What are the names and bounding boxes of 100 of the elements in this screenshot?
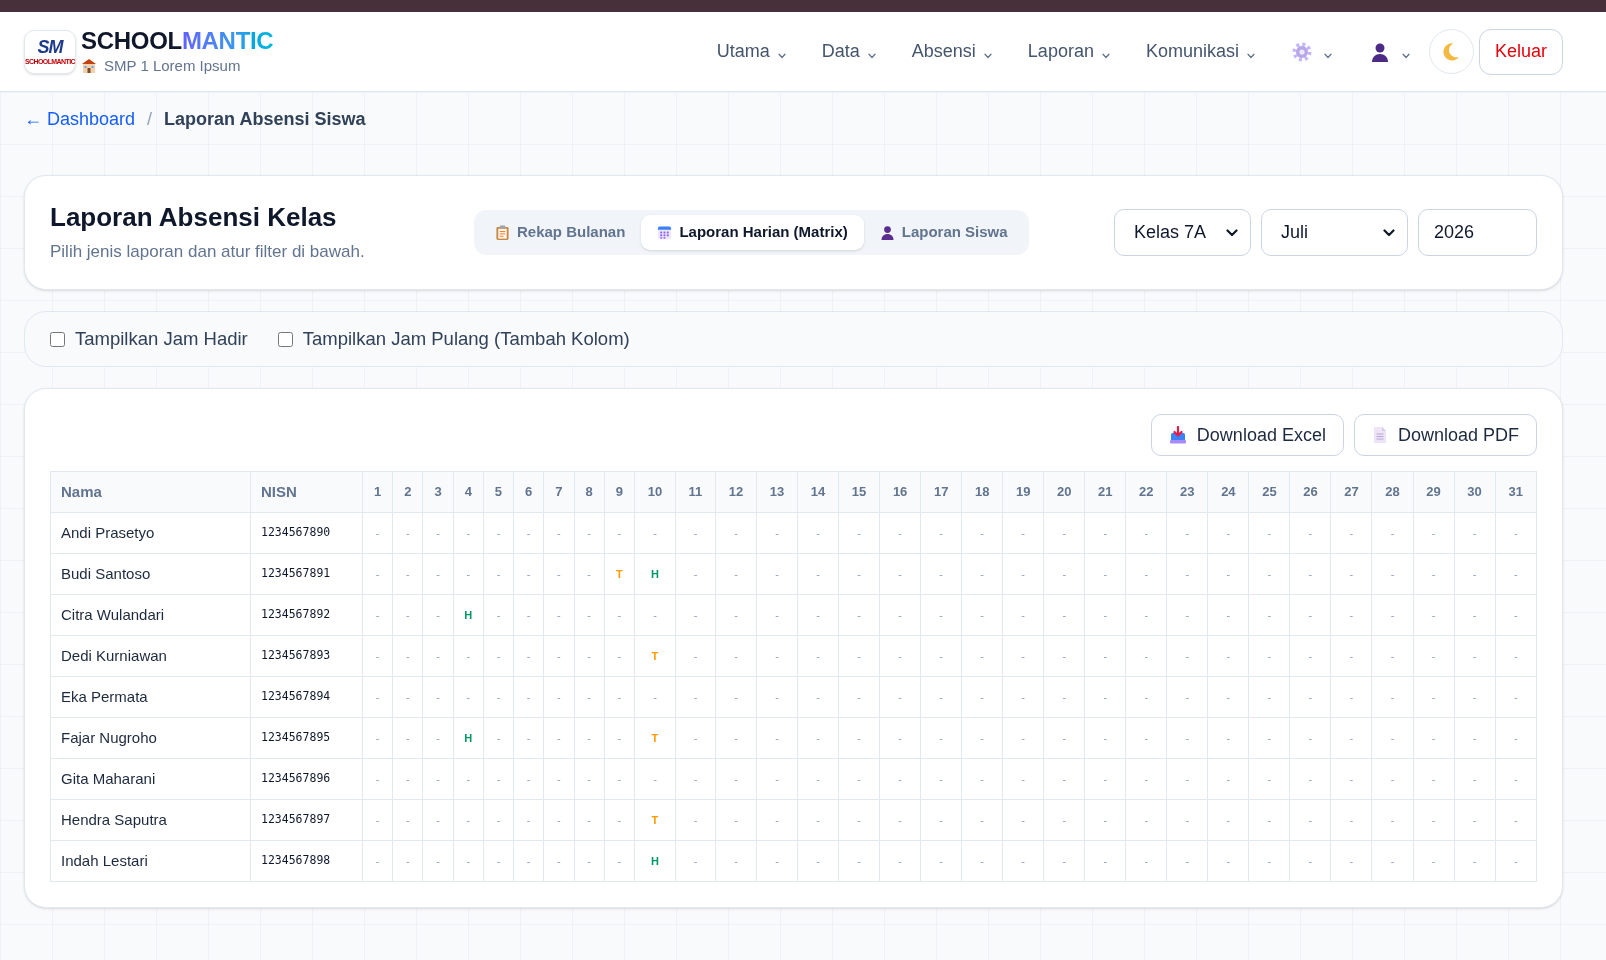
attendance-cell: - <box>1289 594 1331 636</box>
attendance-cell: H <box>634 840 676 882</box>
attendance-cell: - <box>1330 635 1372 677</box>
attendance-cell: - <box>715 594 757 636</box>
attendance-cell: - <box>483 717 514 759</box>
attendance-cell: - <box>675 635 716 677</box>
attendance-cell: - <box>961 717 1003 759</box>
attendance-cell: - <box>422 553 454 595</box>
attendance-cell: - <box>453 512 484 554</box>
attendance-cell: - <box>756 512 798 554</box>
attendance-cell: H <box>634 553 676 595</box>
attendance-cell: - <box>920 635 962 677</box>
attendance-cell: - <box>756 676 798 718</box>
attendance-cell: - <box>543 799 575 841</box>
attendance-cell: T <box>634 717 676 759</box>
column-header: 24 <box>1207 471 1249 513</box>
column-header: 19 <box>1002 471 1044 513</box>
attendance-cell: - <box>1002 676 1044 718</box>
attendance-cell: - <box>1084 553 1126 595</box>
attendance-cell: - <box>453 799 484 841</box>
nav-menu[interactable]: Utama <box>698 31 804 72</box>
column-header: 2 <box>392 471 423 513</box>
attendance-cell: - <box>1248 553 1290 595</box>
attendance-cell: - <box>362 799 393 841</box>
attendance-cell: - <box>797 553 839 595</box>
attendance-cell: - <box>513 676 544 718</box>
attendance-cell: - <box>675 553 716 595</box>
attendance-cell: - <box>961 758 1003 800</box>
report-tab[interactable]: Laporan Harian (Matrix) <box>641 215 864 250</box>
attendance-cell: - <box>1289 758 1331 800</box>
nav-menu[interactable]: Data <box>803 31 894 72</box>
download-button[interactable]: Download PDF <box>1353 414 1537 456</box>
attendance-cell: - <box>1454 553 1496 595</box>
attendance-cell: - <box>483 758 514 800</box>
attendance-cell: T <box>604 553 635 595</box>
caret-icon <box>777 53 786 59</box>
nav-menu[interactable]: Absensi <box>893 31 1010 72</box>
report-tab[interactable]: Rekap Bulanan <box>479 215 642 250</box>
nav-menu[interactable]: Laporan <box>1009 31 1128 72</box>
attendance-cell: - <box>513 553 544 595</box>
column-header: 13 <box>756 471 798 513</box>
attendance-cell: - <box>1371 553 1413 595</box>
attendance-cell: T <box>634 635 676 677</box>
attendance-cell: - <box>362 635 393 677</box>
attendance-cell: - <box>1454 594 1496 636</box>
attendance-cell: - <box>574 512 605 554</box>
logout-button[interactable]: Keluar <box>1478 28 1563 75</box>
attendance-cell: - <box>1084 758 1126 800</box>
attendance-cell: - <box>1248 512 1290 554</box>
year-input[interactable]: 2026 <box>1418 209 1537 256</box>
attendance-cell: - <box>879 553 921 595</box>
attendance-cell: - <box>756 635 798 677</box>
attendance-cell: - <box>838 553 880 595</box>
attendance-cell: - <box>1166 840 1208 882</box>
attendance-cell: - <box>920 676 962 718</box>
month-dropdown[interactable]: Juli <box>1261 209 1408 256</box>
column-header: 16 <box>879 471 921 513</box>
attendance-cell: - <box>1371 840 1413 882</box>
attendance-cell: - <box>1207 840 1249 882</box>
checkbox[interactable] <box>277 331 293 347</box>
attendance-cell: - <box>574 594 605 636</box>
attendance-cell: - <box>715 553 757 595</box>
attendance-cell: - <box>1495 758 1537 800</box>
nav-menu[interactable]: Komunikasi <box>1127 31 1273 72</box>
theme-toggle-button[interactable] <box>1428 29 1474 74</box>
class-dropdown[interactable]: Kelas 7A <box>1114 209 1251 256</box>
column-header: 26 <box>1289 471 1331 513</box>
attendance-cell: - <box>1330 594 1372 636</box>
attendance-cell: - <box>422 635 454 677</box>
attendance-cell: - <box>574 717 605 759</box>
attendance-cell: - <box>1289 512 1331 554</box>
attendance-cell: - <box>543 512 575 554</box>
attendance-cell: - <box>1413 676 1455 718</box>
checkbox[interactable] <box>50 331 65 347</box>
attendance-cell: - <box>1248 594 1290 636</box>
attendance-cell: - <box>513 758 544 800</box>
school-name: SMP 1 Lorem Ipsum <box>104 56 241 76</box>
column-header: NISN <box>250 471 363 513</box>
document-icon <box>1371 426 1388 444</box>
report-tab[interactable]: Laporan Siswa <box>863 215 1024 250</box>
back-link[interactable]: ← Dashboard <box>24 107 136 131</box>
caret-icon <box>1323 53 1332 59</box>
breadcrumb-current: Laporan Absensi Siswa <box>164 108 366 131</box>
attendance-cell: - <box>1207 594 1249 636</box>
attendance-cell: - <box>879 635 921 677</box>
attendance-cell: - <box>1043 799 1085 841</box>
download-button[interactable]: Download Excel <box>1150 414 1344 456</box>
column-header: 5 <box>483 471 514 513</box>
attendance-cell: - <box>543 840 575 882</box>
attendance-cell: - <box>675 840 716 882</box>
attendance-cell: - <box>838 594 880 636</box>
attendance-cell: - <box>1330 512 1372 554</box>
attendance-cell: - <box>1495 717 1537 759</box>
attendance-cell: - <box>1002 758 1044 800</box>
attendance-cell: - <box>1002 512 1044 554</box>
attendance-cell: - <box>1166 799 1208 841</box>
attendance-cell: - <box>604 758 635 800</box>
column-header: 7 <box>543 471 575 513</box>
column-header: 30 <box>1454 471 1496 513</box>
attendance-cell: - <box>1413 635 1455 677</box>
